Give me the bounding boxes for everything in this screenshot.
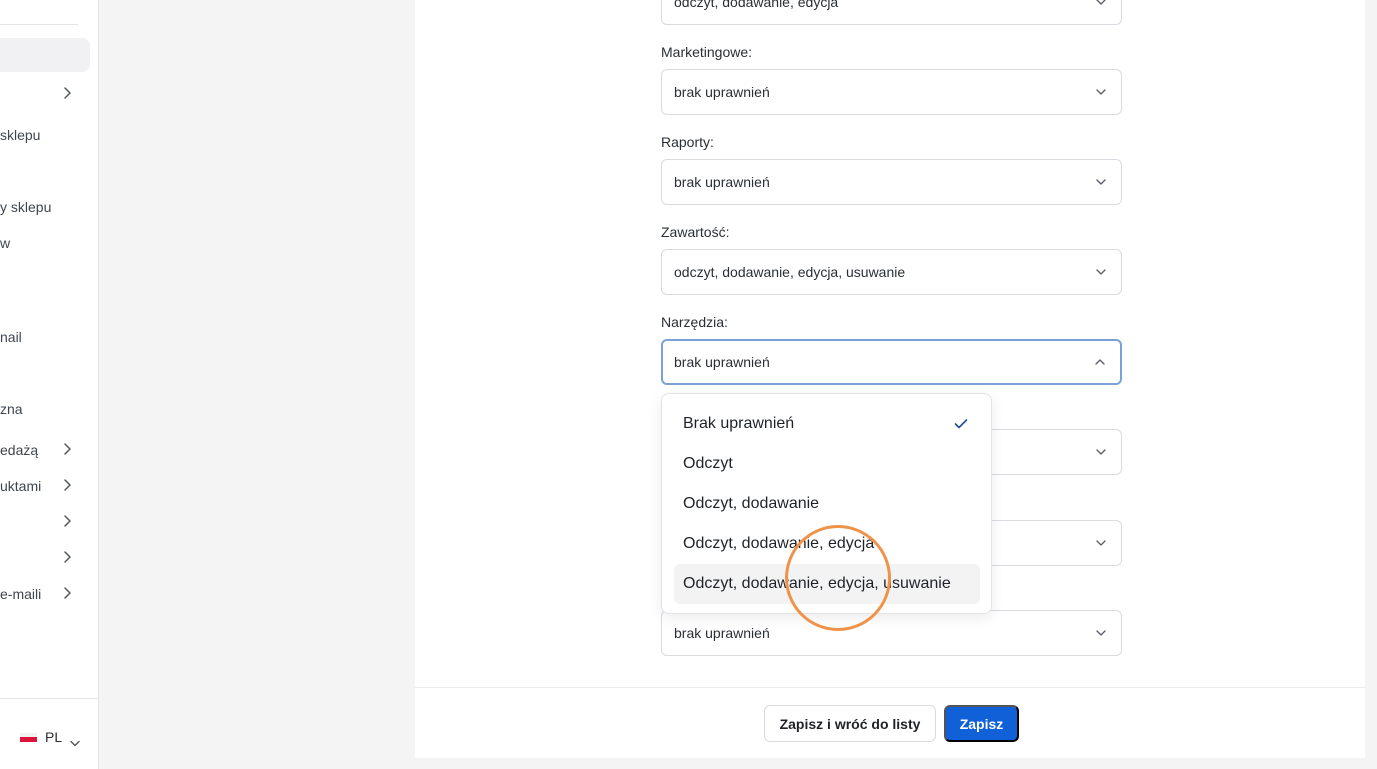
- chevron-right-icon[interactable]: [62, 586, 72, 600]
- select-value: brak uprawnień: [674, 625, 770, 641]
- sidebar-item-active[interactable]: [0, 38, 90, 72]
- chevron-right-icon[interactable]: [62, 550, 72, 564]
- poland-flag-icon: [20, 732, 37, 742]
- language-selector[interactable]: PL: [20, 726, 80, 748]
- chevron-right-icon[interactable]: [62, 478, 72, 492]
- select-value: brak uprawnień: [674, 84, 770, 100]
- sidebar-item[interactable]: edażą: [0, 442, 38, 458]
- reports-select[interactable]: brak uprawnień: [661, 159, 1122, 205]
- chevron-down-icon: [1095, 268, 1107, 276]
- sidebar-item[interactable]: e-maili: [0, 586, 41, 602]
- chevron-down-icon: [1095, 539, 1107, 547]
- option-label: Odczyt, dodawanie, edycja, usuwanie: [683, 575, 951, 592]
- sidebar-item[interactable]: w: [0, 235, 10, 251]
- select-value: brak uprawnień: [674, 174, 770, 190]
- dropdown-option[interactable]: Odczyt, dodawanie, edycja, usuwanie: [674, 564, 980, 604]
- dropdown-option[interactable]: Odczyt: [674, 444, 980, 484]
- tools-dropdown-menu: Brak uprawnień Odczyt Odczyt, dodawanie …: [661, 393, 992, 614]
- tools-select[interactable]: brak uprawnień: [661, 339, 1122, 385]
- chevron-right-icon[interactable]: [62, 442, 72, 456]
- dropdown-option[interactable]: Odczyt, dodawanie, edycja: [674, 524, 980, 564]
- chevron-down-icon: [1095, 0, 1107, 6]
- content-select[interactable]: odczyt, dodawanie, edycja, usuwanie: [661, 249, 1122, 295]
- dropdown-option[interactable]: Odczyt, dodawanie: [674, 484, 980, 524]
- sidebar-item[interactable]: nail: [0, 329, 22, 345]
- check-icon: [954, 419, 968, 430]
- chevron-right-icon[interactable]: [62, 514, 72, 528]
- field-label-reports: Raporty:: [661, 134, 714, 150]
- option-label: Odczyt, dodawanie: [683, 495, 820, 512]
- sidebar-item[interactable]: uktami: [0, 478, 41, 494]
- marketing-select[interactable]: brak uprawnień: [661, 69, 1122, 115]
- field-label-content: Zawartość:: [661, 224, 730, 240]
- chevron-right-icon[interactable]: [62, 86, 72, 100]
- sidebar-item[interactable]: y sklepu: [0, 199, 51, 215]
- sidebar: sklepu y sklepu w nail zna edażą uktami …: [0, 0, 99, 769]
- chevron-down-icon: [1095, 88, 1107, 96]
- chevron-up-icon: [1094, 358, 1106, 366]
- option-label: Brak uprawnień: [683, 415, 795, 432]
- permission-select[interactable]: brak uprawnień: [661, 610, 1122, 656]
- field-label-marketing: Marketingowe:: [661, 44, 753, 60]
- sidebar-item[interactable]: zna: [0, 401, 23, 417]
- language-code: PL: [45, 729, 63, 745]
- save-and-back-button[interactable]: Zapisz i wróć do listy: [764, 705, 936, 742]
- sidebar-divider: [0, 24, 78, 25]
- option-label: Odczyt: [683, 455, 733, 472]
- chevron-down-icon: [1095, 448, 1107, 456]
- select-value: odczyt, dodawanie, edycja, usuwanie: [674, 264, 906, 280]
- page-edge: [1365, 0, 1377, 769]
- option-label: Odczyt, dodawanie, edycja: [683, 535, 875, 552]
- dropdown-option[interactable]: Brak uprawnień: [674, 404, 980, 444]
- sidebar-divider: [0, 698, 98, 699]
- chevron-down-icon: [1095, 629, 1107, 637]
- permission-select[interactable]: odczyt, dodawanie, edycja: [661, 0, 1122, 25]
- field-label-tools: Narzędzia:: [661, 314, 728, 330]
- chevron-down-icon: [70, 734, 80, 746]
- select-value: odczyt, dodawanie, edycja: [674, 0, 839, 10]
- select-value: brak uprawnień: [674, 354, 770, 370]
- sidebar-item[interactable]: sklepu: [0, 127, 40, 143]
- save-button[interactable]: Zapisz: [944, 705, 1019, 742]
- chevron-down-icon: [1095, 178, 1107, 186]
